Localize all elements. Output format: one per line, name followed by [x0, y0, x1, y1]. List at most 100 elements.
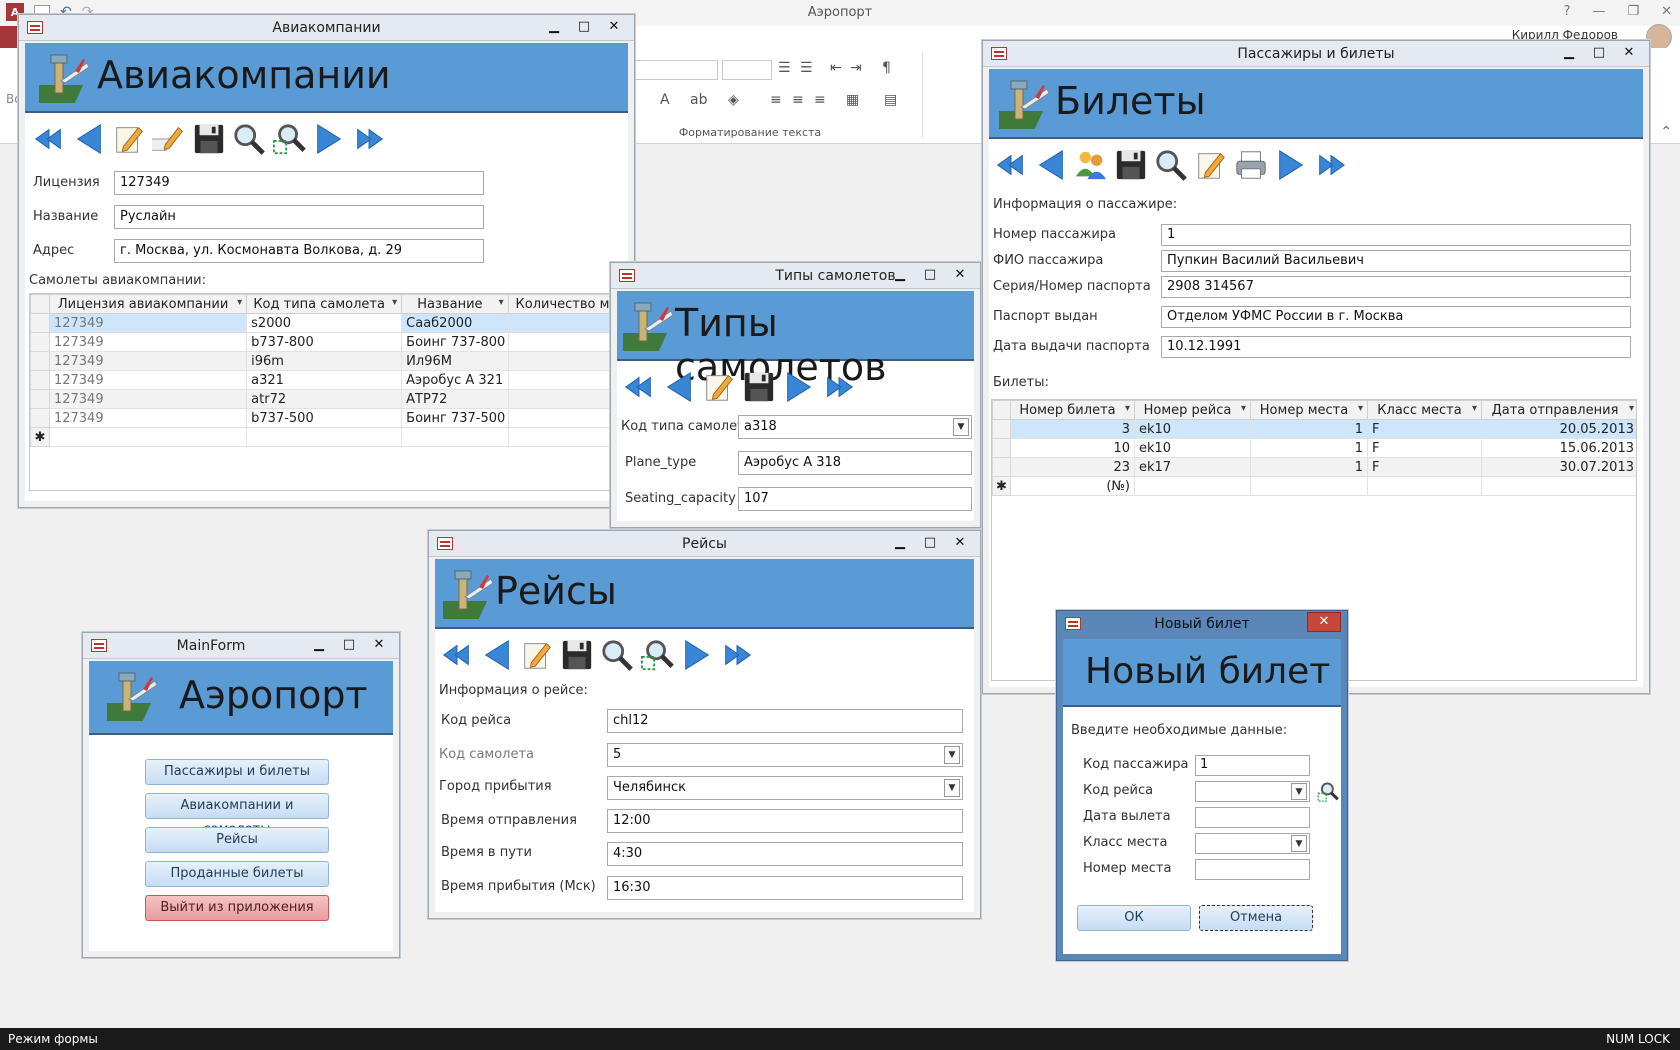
previous-record-icon[interactable] — [1033, 147, 1069, 183]
select-all-cell[interactable] — [992, 400, 1011, 420]
next-record-icon[interactable] — [311, 121, 347, 157]
table-cell[interactable]: 127349 — [48, 389, 248, 409]
flights-title-bar[interactable]: Рейсы ▁ □ ✕ — [429, 531, 980, 557]
travel-time-field[interactable]: 4:30 — [607, 842, 963, 866]
flights-button[interactable]: Рейсы — [145, 827, 329, 853]
outdent-icon[interactable]: ⇥ — [850, 60, 862, 76]
users-icon[interactable] — [1073, 147, 1109, 183]
passenger-id-field[interactable]: 1 — [1161, 224, 1631, 246]
lookup-search-icon[interactable] — [1317, 781, 1339, 803]
mainform-title-bar[interactable]: MainForm ▁ □ ✕ — [83, 633, 399, 659]
flight-code-combo[interactable]: ▼ — [1195, 781, 1310, 802]
app-minimize-icon[interactable]: — — [1592, 4, 1605, 19]
table-cell[interactable]: a321 — [246, 370, 403, 390]
table-row[interactable]: 3 ek10 1 F 20.05.2013 — [992, 419, 1636, 439]
table-cell[interactable]: 127349 — [48, 332, 248, 352]
edit-record-icon[interactable] — [519, 637, 555, 673]
maximize-icon[interactable]: □ — [335, 636, 363, 654]
table-cell[interactable]: Боинг 737-500 — [401, 408, 509, 428]
plane-type-code-combo[interactable]: a318 ▼ — [738, 415, 972, 439]
airlines-title-bar[interactable]: Авиакомпании ▁ □ ✕ — [19, 15, 634, 41]
file-tab[interactable] — [0, 26, 18, 48]
minimize-icon[interactable]: ▁ — [540, 18, 568, 36]
row-selector[interactable] — [30, 313, 50, 333]
plane-code-combo[interactable]: 5 ▼ — [607, 743, 963, 767]
column-header[interactable]: Дата отправления — [1481, 400, 1636, 420]
first-record-icon[interactable] — [31, 121, 67, 157]
last-record-icon[interactable] — [821, 369, 857, 405]
save-record-icon[interactable] — [741, 369, 777, 405]
table-cell[interactable]: (№) — [1010, 476, 1135, 496]
new-record-row[interactable]: ✱ (№) — [992, 476, 1636, 496]
minimize-icon[interactable]: ▁ — [305, 636, 333, 654]
passenger-name-field[interactable]: Пупкин Василий Васильевич — [1161, 250, 1631, 272]
last-record-icon[interactable] — [719, 637, 755, 673]
table-row[interactable]: 127349b737-500Боинг 737-500132 — [30, 408, 628, 428]
table-cell[interactable]: ek17 — [1134, 457, 1251, 477]
fill-color-icon[interactable]: ◈ — [728, 92, 739, 108]
seat-number-field[interactable] — [1195, 859, 1310, 880]
align-center-icon[interactable]: ≡ — [792, 92, 804, 108]
table-cell[interactable]: ek10 — [1134, 438, 1251, 458]
arrival-time-field[interactable]: 16:30 — [607, 876, 963, 900]
table-cell[interactable]: F — [1367, 419, 1482, 439]
help-icon[interactable]: ? — [1564, 4, 1571, 19]
close-icon[interactable]: ✕ — [1615, 44, 1643, 62]
table-cell[interactable]: 10 — [1010, 438, 1135, 458]
row-selector[interactable] — [30, 408, 50, 428]
column-header[interactable]: Класс места — [1367, 400, 1482, 420]
table-row[interactable]: 127349atr72АТР7272 — [30, 389, 628, 409]
maximize-icon[interactable]: □ — [1585, 44, 1613, 62]
column-header[interactable]: Номер рейса — [1134, 400, 1251, 420]
align-left-icon[interactable]: ≡ — [770, 92, 782, 108]
table-row[interactable]: 23 ek17 1 F 30.07.2013 — [992, 457, 1636, 477]
conditional-format-icon[interactable]: ▦ — [846, 92, 859, 108]
address-field[interactable]: г. Москва, ул. Космонавта Волкова, д. 29 — [114, 239, 484, 263]
find-icon[interactable] — [1153, 147, 1189, 183]
table-cell[interactable]: b737-500 — [246, 408, 403, 428]
table-cell[interactable]: 1 — [1250, 457, 1368, 477]
table-cell[interactable]: Боинг 737-800 — [401, 332, 509, 352]
table-cell[interactable]: 30.07.2013 — [1481, 457, 1636, 477]
row-selector[interactable] — [30, 332, 50, 352]
table-row[interactable]: 10 ek10 1 F 15.06.2013 — [992, 438, 1636, 458]
table-cell[interactable]: s2000 — [246, 313, 403, 333]
app-close-icon[interactable]: ✕ — [1661, 4, 1672, 19]
close-icon[interactable]: ✕ — [1307, 612, 1341, 632]
airlines-planes-button[interactable]: Авиакомпании и самолеты — [145, 793, 329, 837]
indent-icon[interactable]: ⇤ — [830, 60, 842, 76]
seat-class-combo[interactable]: ▼ — [1195, 833, 1310, 854]
highlight-icon[interactable]: ab — [690, 92, 707, 108]
maximize-icon[interactable]: □ — [570, 18, 598, 36]
find-icon[interactable] — [231, 121, 267, 157]
edit-record-icon[interactable] — [1193, 147, 1229, 183]
first-record-icon[interactable] — [621, 369, 657, 405]
row-selector[interactable] — [992, 438, 1011, 458]
find-selection-icon[interactable] — [639, 637, 675, 673]
font-name-combo[interactable] — [630, 60, 718, 80]
minimize-icon[interactable]: ▁ — [886, 534, 914, 552]
table-row[interactable]: 127349b737-800Боинг 737-800162 — [30, 332, 628, 352]
table-cell[interactable]: 3 — [1010, 419, 1135, 439]
pencil-icon[interactable] — [151, 121, 187, 157]
row-selector[interactable] — [30, 351, 50, 371]
previous-record-icon[interactable] — [71, 121, 107, 157]
column-header[interactable]: Лицензия авиакомпании — [48, 294, 248, 314]
license-field[interactable]: 127349 — [114, 171, 484, 195]
close-icon[interactable]: ✕ — [946, 266, 974, 284]
edit-record-icon[interactable] — [701, 369, 737, 405]
chevron-down-icon[interactable]: ▼ — [1291, 783, 1307, 800]
passenger-code-field[interactable]: 1 — [1195, 755, 1310, 776]
table-cell[interactable]: 1 — [1250, 419, 1368, 439]
plane-types-title-bar[interactable]: Типы самолетов ▁ □ ✕ — [611, 263, 980, 289]
align-right-icon[interactable]: ≡ — [814, 92, 826, 108]
table-cell[interactable]: F — [1367, 438, 1482, 458]
table-row[interactable]: 127349a321Аэробус А 321220 — [30, 370, 628, 390]
collapse-ribbon-icon[interactable]: ⌃ — [1660, 124, 1672, 140]
table-cell[interactable]: Аэробус А 321 — [401, 370, 509, 390]
table-row[interactable]: 127349i96mИл96М333 — [30, 351, 628, 371]
new-record-row[interactable]: ✱ — [30, 427, 628, 447]
exit-app-button[interactable]: Выйти из приложения — [145, 895, 329, 921]
row-selector[interactable] — [30, 370, 50, 390]
last-record-icon[interactable] — [1313, 147, 1349, 183]
